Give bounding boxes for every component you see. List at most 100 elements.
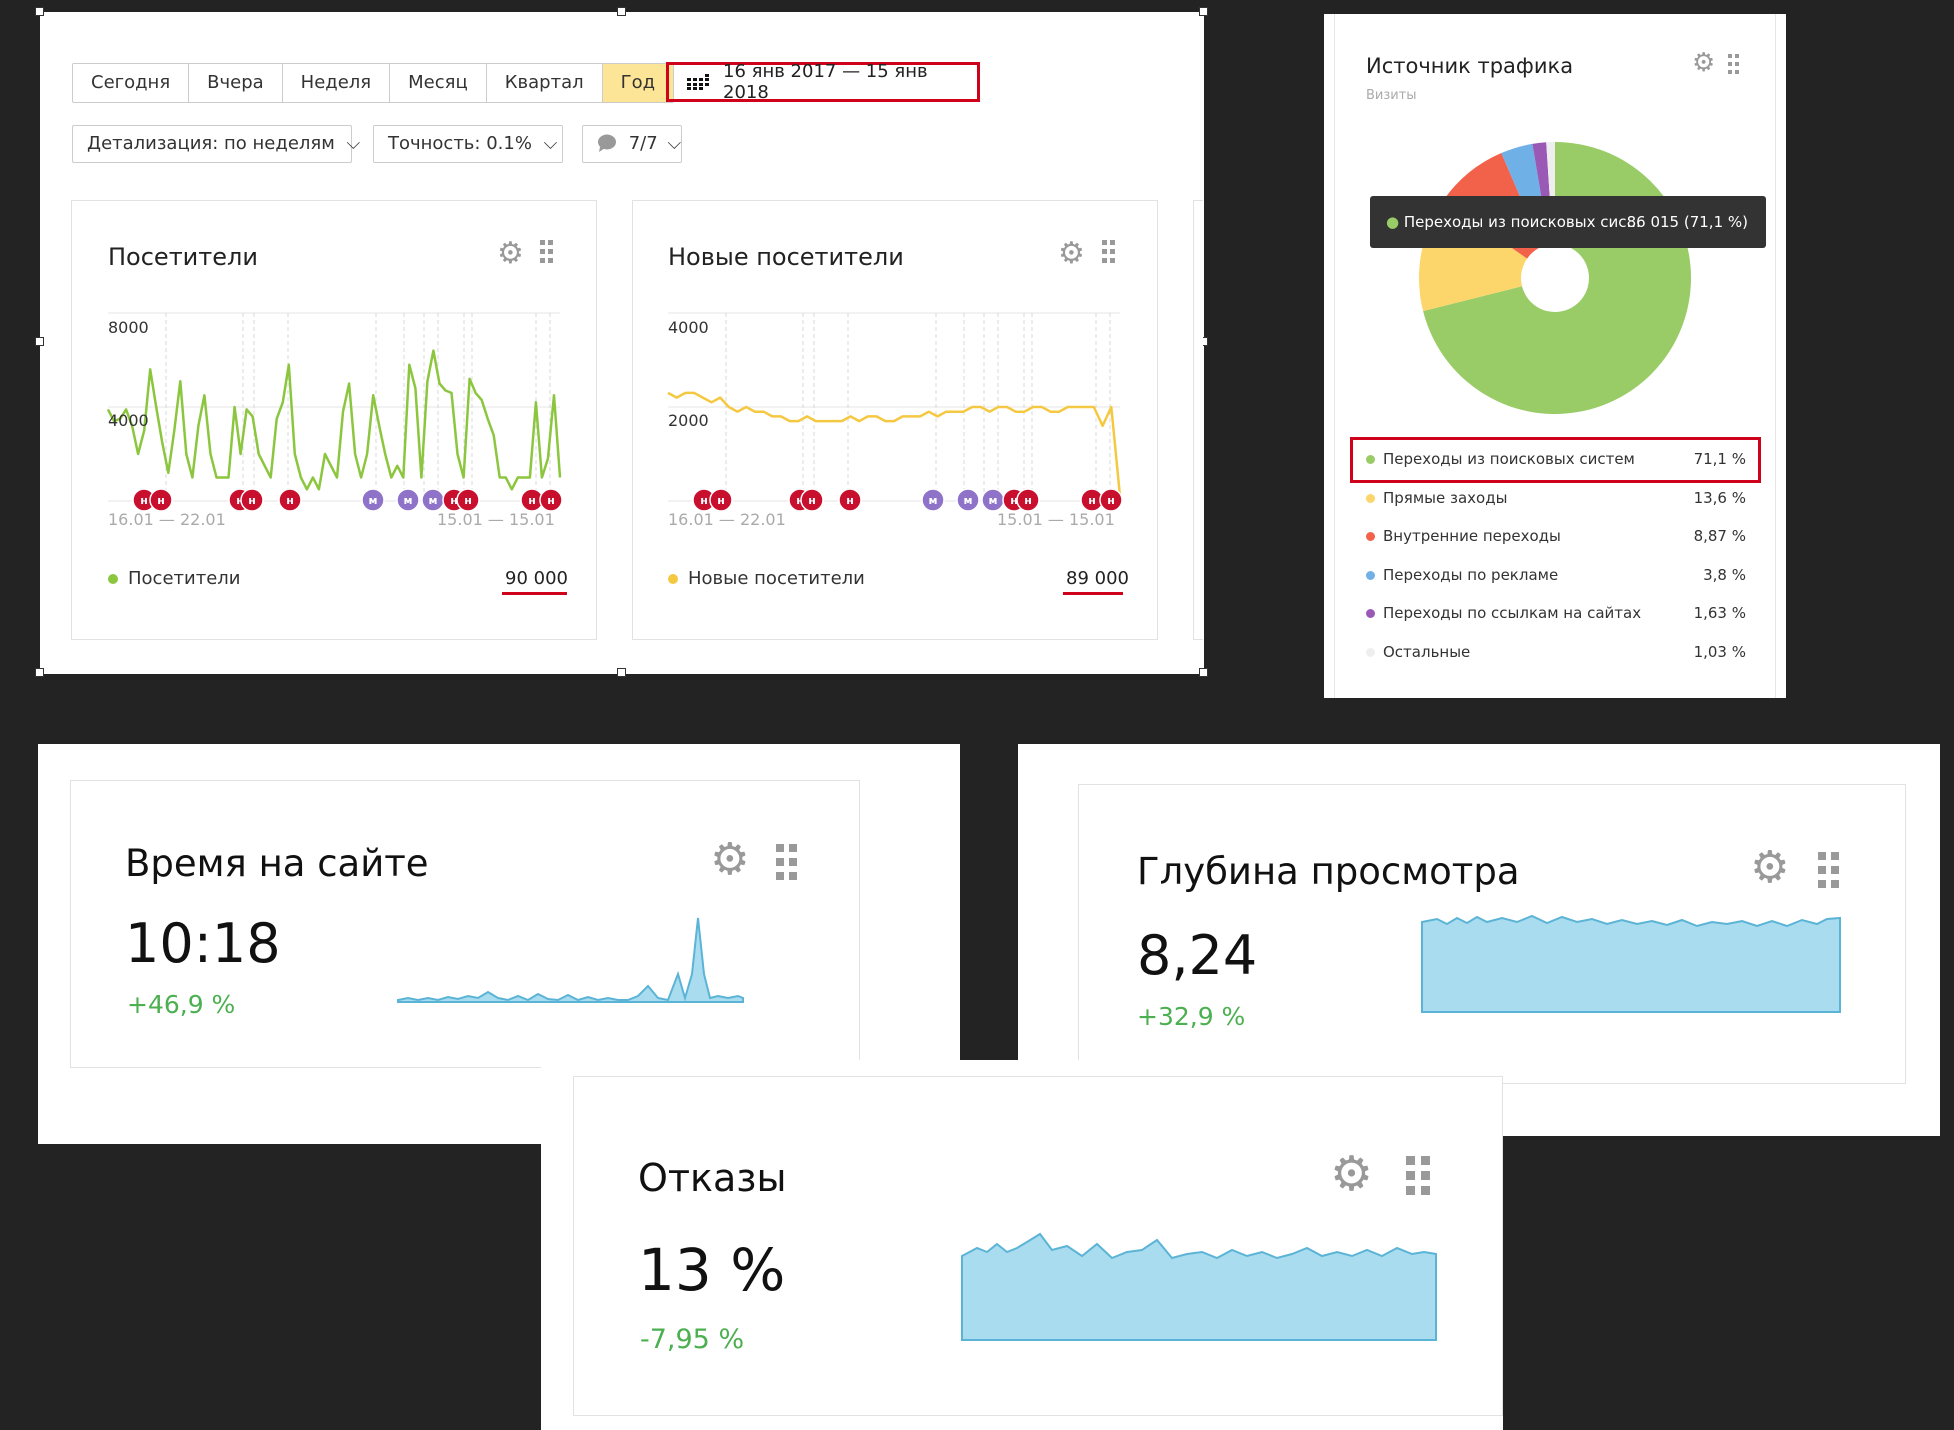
series-line xyxy=(106,349,562,491)
depth-sparkline xyxy=(1421,914,1841,1013)
period-week[interactable]: Неделя xyxy=(283,64,391,102)
event-marker-h[interactable]: н xyxy=(838,488,862,512)
resize-handle[interactable] xyxy=(1199,7,1208,16)
period-quarter[interactable]: Квартал xyxy=(487,64,603,102)
source-percent: 8,87 % xyxy=(1693,527,1746,546)
resize-handle[interactable] xyxy=(1199,668,1208,677)
event-marker-h[interactable]: н xyxy=(240,488,264,512)
depth-title: Глубина просмотра xyxy=(1137,850,1520,893)
new-visitors-title: Новые посетители xyxy=(668,243,904,271)
time-on-site-sparkline xyxy=(397,917,744,1003)
gear-icon[interactable]: ⚙ xyxy=(497,236,524,271)
event-marker-m[interactable]: м xyxy=(981,488,1005,512)
resize-handle[interactable] xyxy=(617,668,626,677)
event-marker-h[interactable]: н xyxy=(1016,488,1040,512)
period-today[interactable]: Сегодня xyxy=(73,64,190,102)
event-marker-m[interactable]: м xyxy=(421,488,445,512)
calendar-icon xyxy=(687,74,709,90)
event-marker-m[interactable]: м xyxy=(921,488,945,512)
comment-icon xyxy=(598,134,616,152)
source-label: Внутренние переходы xyxy=(1383,527,1561,546)
resize-handle[interactable] xyxy=(617,7,626,16)
tooltip-label: Переходы из поисковых сис... xyxy=(1403,213,1641,231)
visitors-chart: нннннмммнннн xyxy=(106,312,563,512)
svg-text:н: н xyxy=(286,494,294,507)
tooltip-dot: ● xyxy=(1386,213,1400,231)
depth-delta: +32,9 % xyxy=(1137,1002,1246,1031)
gear-icon[interactable]: ⚙ xyxy=(1692,48,1715,78)
resize-handle[interactable] xyxy=(35,337,44,346)
period-year[interactable]: Год xyxy=(602,64,674,102)
svg-text:м: м xyxy=(989,494,998,507)
svg-text:н: н xyxy=(1107,494,1115,507)
pie-tooltip: ● Переходы из поисковых сис... 86 015 (7… xyxy=(1370,196,1766,248)
traffic-source-row[interactable]: Остальные 1,03 % xyxy=(1366,643,1746,661)
legend-dot xyxy=(1366,570,1375,580)
source-label: Переходы из поисковых систем xyxy=(1383,450,1635,468)
event-marker-h[interactable]: н xyxy=(539,488,563,512)
x-axis-end: 15.01 — 15.01 xyxy=(997,510,1115,529)
svg-text:м: м xyxy=(929,494,938,507)
date-range-label: 16 янв 2017 — 15 янв 2018 xyxy=(723,61,928,103)
event-marker-h[interactable]: н xyxy=(456,488,480,512)
source-percent: 1,63 % xyxy=(1693,604,1746,623)
period-selector: Сегодня Вчера Неделя Месяц Квартал Год xyxy=(72,63,675,103)
source-label: Остальные xyxy=(1383,643,1471,661)
gear-icon[interactable]: ⚙ xyxy=(710,834,749,885)
visitors-total[interactable]: 90 000 xyxy=(505,568,568,589)
gear-icon[interactable]: ⚙ xyxy=(1058,236,1085,271)
y-tick: 4000 xyxy=(108,411,149,430)
svg-text:м: м xyxy=(964,494,973,507)
event-marker-h[interactable]: н xyxy=(278,488,302,512)
traffic-source-row[interactable]: Внутренние переходы 8,87 % xyxy=(1366,527,1746,545)
gear-icon[interactable]: ⚙ xyxy=(1750,842,1789,893)
legend-dot xyxy=(1366,455,1375,464)
source-label: Прямые заходы xyxy=(1383,488,1508,507)
visitors-legend: Посетители xyxy=(108,568,240,589)
period-month[interactable]: Месяц xyxy=(390,64,487,102)
date-range-picker[interactable]: 16 янв 2017 — 15 янв 2018 xyxy=(666,61,980,103)
time-on-site-title: Время на сайте xyxy=(125,842,429,885)
resize-handle[interactable] xyxy=(35,7,44,16)
svg-text:н: н xyxy=(547,494,555,507)
traffic-source-row[interactable]: Прямые заходы 13,6 % xyxy=(1366,489,1746,507)
svg-text:н: н xyxy=(528,494,536,507)
visitors-title: Посетители xyxy=(108,243,258,271)
svg-text:н: н xyxy=(1088,494,1096,507)
comments-dropdown[interactable]: 7/7 ⌵ xyxy=(582,125,682,163)
svg-text:м: м xyxy=(369,494,378,507)
gear-icon[interactable]: ⚙ xyxy=(1330,1146,1373,1202)
traffic-donut-chart xyxy=(1419,142,1691,415)
series-line xyxy=(667,391,1122,497)
traffic-source-row[interactable]: Переходы по рекламе 3,8 % xyxy=(1366,566,1746,584)
source-percent: 13,6 % xyxy=(1693,488,1746,507)
event-marker-m[interactable]: м xyxy=(396,488,420,512)
resize-handle[interactable] xyxy=(35,668,44,677)
y-tick: 2000 xyxy=(668,411,709,430)
event-marker-h[interactable]: н xyxy=(149,488,173,512)
traffic-title: Источник трафика xyxy=(1366,54,1574,78)
total-underline xyxy=(1063,592,1123,595)
event-marker-m[interactable]: м xyxy=(956,488,980,512)
svg-text:н: н xyxy=(140,494,148,507)
detail-dropdown[interactable]: Детализация: по неделям ⌵ xyxy=(72,125,360,163)
period-yesterday[interactable]: Вчера xyxy=(189,64,283,102)
legend-dot xyxy=(1366,609,1375,619)
event-marker-h[interactable]: н xyxy=(800,488,824,512)
legend-dot xyxy=(1366,648,1375,657)
traffic-source-row[interactable]: Переходы по ссылкам на сайтах 1,63 % xyxy=(1366,604,1746,622)
accuracy-dropdown[interactable]: Точность: 0.1% ⌵ xyxy=(373,125,563,163)
legend-dot xyxy=(1366,493,1375,503)
new-visitors-total[interactable]: 89 000 xyxy=(1066,568,1129,589)
event-marker-h[interactable]: н xyxy=(1099,488,1123,512)
event-marker-m[interactable]: м xyxy=(361,488,385,512)
new-visitors-chart: нннннмммнннн xyxy=(667,312,1123,512)
next-card-edge xyxy=(1193,200,1203,640)
svg-text:н: н xyxy=(157,494,165,507)
traffic-subtitle: Визиты xyxy=(1366,88,1417,103)
traffic-source-row[interactable]: Переходы из поисковых систем 71,1 % xyxy=(1366,450,1746,468)
source-label: Переходы по рекламе xyxy=(1383,565,1559,584)
event-marker-h[interactable]: н xyxy=(709,488,733,512)
svg-text:н: н xyxy=(700,494,708,507)
total-underline xyxy=(502,592,567,595)
